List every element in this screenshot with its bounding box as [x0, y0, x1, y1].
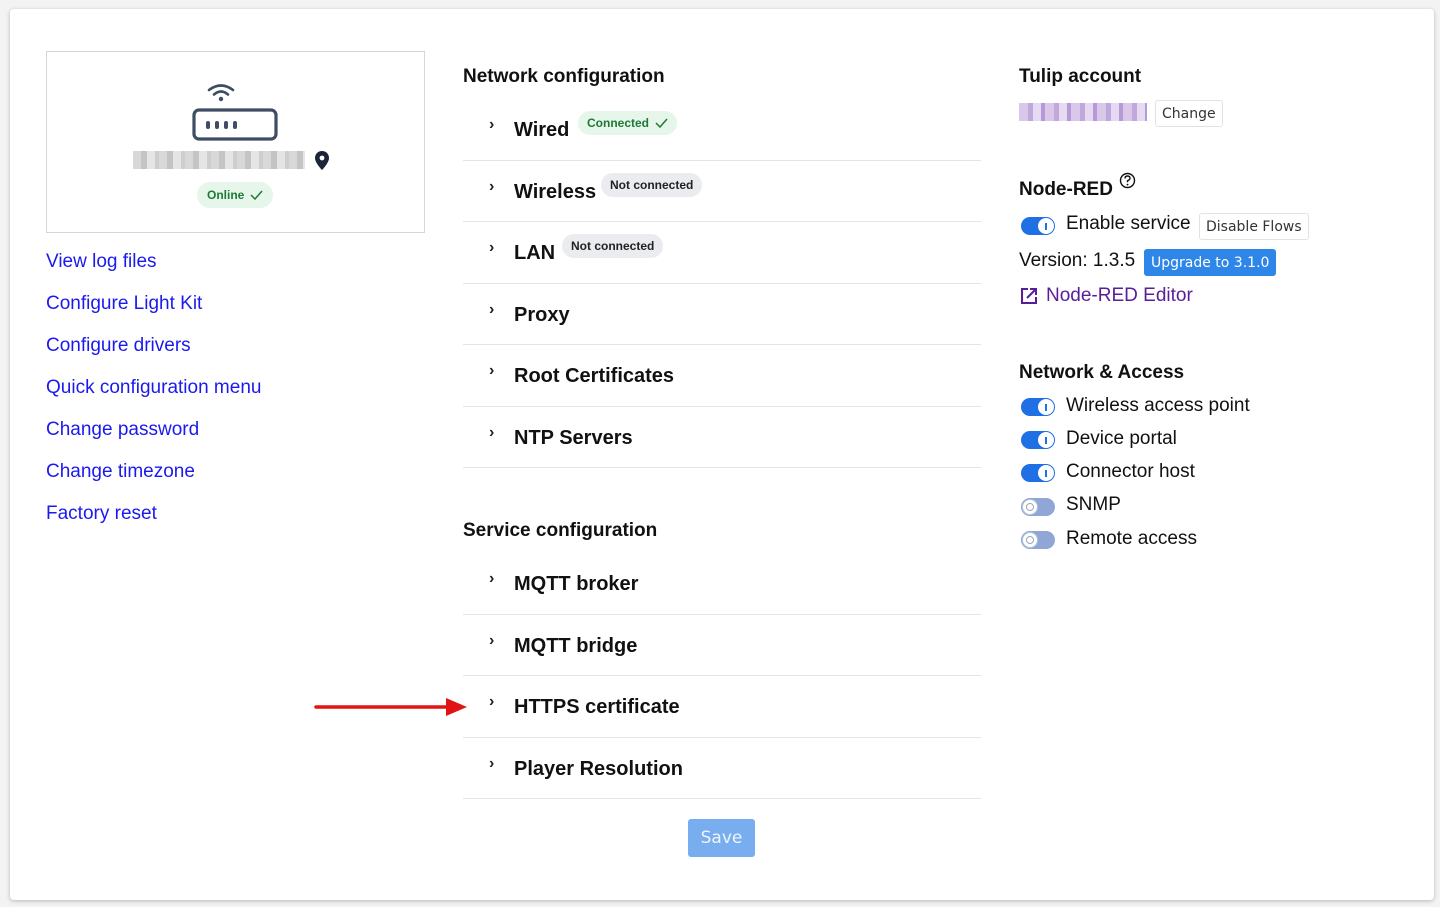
accordion-lan[interactable]: › LAN Not connected	[463, 222, 981, 284]
node-red-editor-label: Node-RED Editor	[1046, 285, 1193, 306]
configure-drivers-link[interactable]: Configure drivers	[46, 334, 261, 376]
service-configuration-list: › MQTT broker › MQTT bridge › HTTPS cert…	[463, 553, 981, 799]
online-status-badge: Online	[197, 182, 274, 208]
chevron-right-icon: ›	[489, 300, 495, 318]
accordion-ntp-servers[interactable]: › NTP Servers	[463, 407, 981, 468]
connector-host-toggle[interactable]	[1021, 464, 1055, 482]
accordion-label: MQTT bridge	[514, 634, 638, 657]
chevron-right-icon: ›	[489, 116, 495, 133]
wireless-access-point-toggle[interactable]	[1021, 398, 1055, 416]
network-configuration-title: Network configuration	[463, 66, 665, 87]
save-button[interactable]: Save	[688, 819, 755, 857]
upgrade-node-red-button[interactable]: Upgrade to 3.1.0	[1144, 249, 1277, 276]
node-red-version: Version: 1.3.5	[1019, 250, 1136, 271]
badge-label: Connected	[587, 116, 650, 130]
disable-flows-button[interactable]: Disable Flows	[1199, 213, 1309, 240]
change-timezone-link[interactable]: Change timezone	[46, 460, 261, 502]
chevron-right-icon: ›	[489, 239, 495, 256]
toggle-knob	[1022, 499, 1038, 515]
snmp-label: SNMP	[1066, 494, 1121, 515]
device-portal-toggle[interactable]	[1021, 431, 1055, 449]
toggle-knob	[1038, 465, 1054, 481]
enable-service-toggle[interactable]	[1021, 217, 1055, 235]
quick-configuration-menu-link[interactable]: Quick configuration menu	[46, 376, 261, 418]
accordion-wired[interactable]: › Wired Connected	[463, 99, 981, 161]
node-red-editor-link[interactable]: Node-RED Editor	[1019, 285, 1193, 307]
accordion-label: HTTPS certificate	[514, 696, 680, 718]
wireless-access-point-label: Wireless access point	[1066, 395, 1250, 416]
accordion-label: Root Certificates	[514, 365, 675, 387]
chevron-right-icon: ›	[489, 570, 495, 587]
annotation-arrow-icon	[314, 698, 467, 716]
tulip-account-title: Tulip account	[1019, 66, 1142, 87]
check-icon	[655, 118, 668, 128]
factory-reset-link[interactable]: Factory reset	[46, 502, 261, 544]
location-pin-icon[interactable]	[315, 151, 329, 170]
connected-badge: Connected	[578, 111, 678, 135]
accordion-player-resolution[interactable]: › Player Resolution	[463, 738, 981, 799]
device-actions-list: View log files Configure Light Kit Confi…	[46, 250, 261, 544]
change-account-button[interactable]: Change	[1155, 100, 1223, 127]
toggle-knob	[1038, 432, 1054, 448]
toggle-knob	[1038, 399, 1054, 415]
remote-access-toggle[interactable]	[1021, 531, 1055, 549]
enable-service-label: Enable service	[1066, 213, 1191, 234]
online-status-label: Online	[207, 188, 245, 202]
snmp-toggle[interactable]	[1021, 498, 1055, 516]
accordion-wireless[interactable]: › Wireless Not connected	[463, 161, 981, 222]
connector-host-label: Connector host	[1066, 461, 1195, 482]
accordion-mqtt-broker[interactable]: › MQTT broker	[463, 553, 981, 615]
not-connected-badge: Not connected	[562, 234, 664, 258]
external-link-icon	[1021, 288, 1037, 304]
device-portal-label: Device portal	[1066, 428, 1177, 449]
toggle-knob	[1038, 218, 1054, 234]
device-name-redacted	[133, 151, 305, 169]
chevron-right-icon: ›	[489, 423, 495, 441]
node-red-title: Node-RED	[1019, 179, 1113, 200]
accordion-label: Proxy	[514, 303, 570, 326]
chevron-right-icon: ›	[489, 693, 495, 710]
network-access-title: Network & Access	[1019, 362, 1185, 383]
wifi-icon	[207, 84, 235, 102]
remote-access-label: Remote access	[1066, 528, 1197, 549]
accordion-mqtt-bridge[interactable]: › MQTT bridge	[463, 615, 981, 676]
accordion-label: MQTT broker	[514, 573, 639, 595]
help-icon[interactable]	[1119, 172, 1136, 189]
change-password-link[interactable]: Change password	[46, 418, 261, 460]
accordion-label: LAN	[514, 242, 556, 264]
chevron-right-icon: ›	[489, 362, 495, 379]
not-connected-badge: Not connected	[601, 172, 703, 197]
accordion-proxy[interactable]: › Proxy	[463, 284, 981, 345]
check-icon	[250, 190, 263, 200]
account-name-redacted	[1019, 103, 1147, 121]
toggle-knob	[1022, 532, 1038, 548]
configure-light-kit-link[interactable]: Configure Light Kit	[46, 292, 261, 334]
accordion-label: Wired	[514, 119, 570, 141]
accordion-label: NTP Servers	[514, 426, 633, 449]
router-icon	[192, 108, 278, 141]
chevron-right-icon: ›	[489, 631, 495, 649]
chevron-right-icon: ›	[489, 754, 495, 772]
accordion-root-certificates[interactable]: › Root Certificates	[463, 345, 981, 407]
accordion-label: Player Resolution	[514, 757, 683, 780]
accordion-label: Wireless	[514, 180, 597, 203]
view-log-files-link[interactable]: View log files	[46, 250, 261, 292]
service-configuration-title: Service configuration	[463, 520, 658, 541]
network-configuration-list: › Wired Connected › Wireless Not connect…	[463, 99, 981, 468]
accordion-https-certificate[interactable]: › HTTPS certificate	[463, 676, 981, 738]
chevron-right-icon: ›	[489, 177, 495, 195]
